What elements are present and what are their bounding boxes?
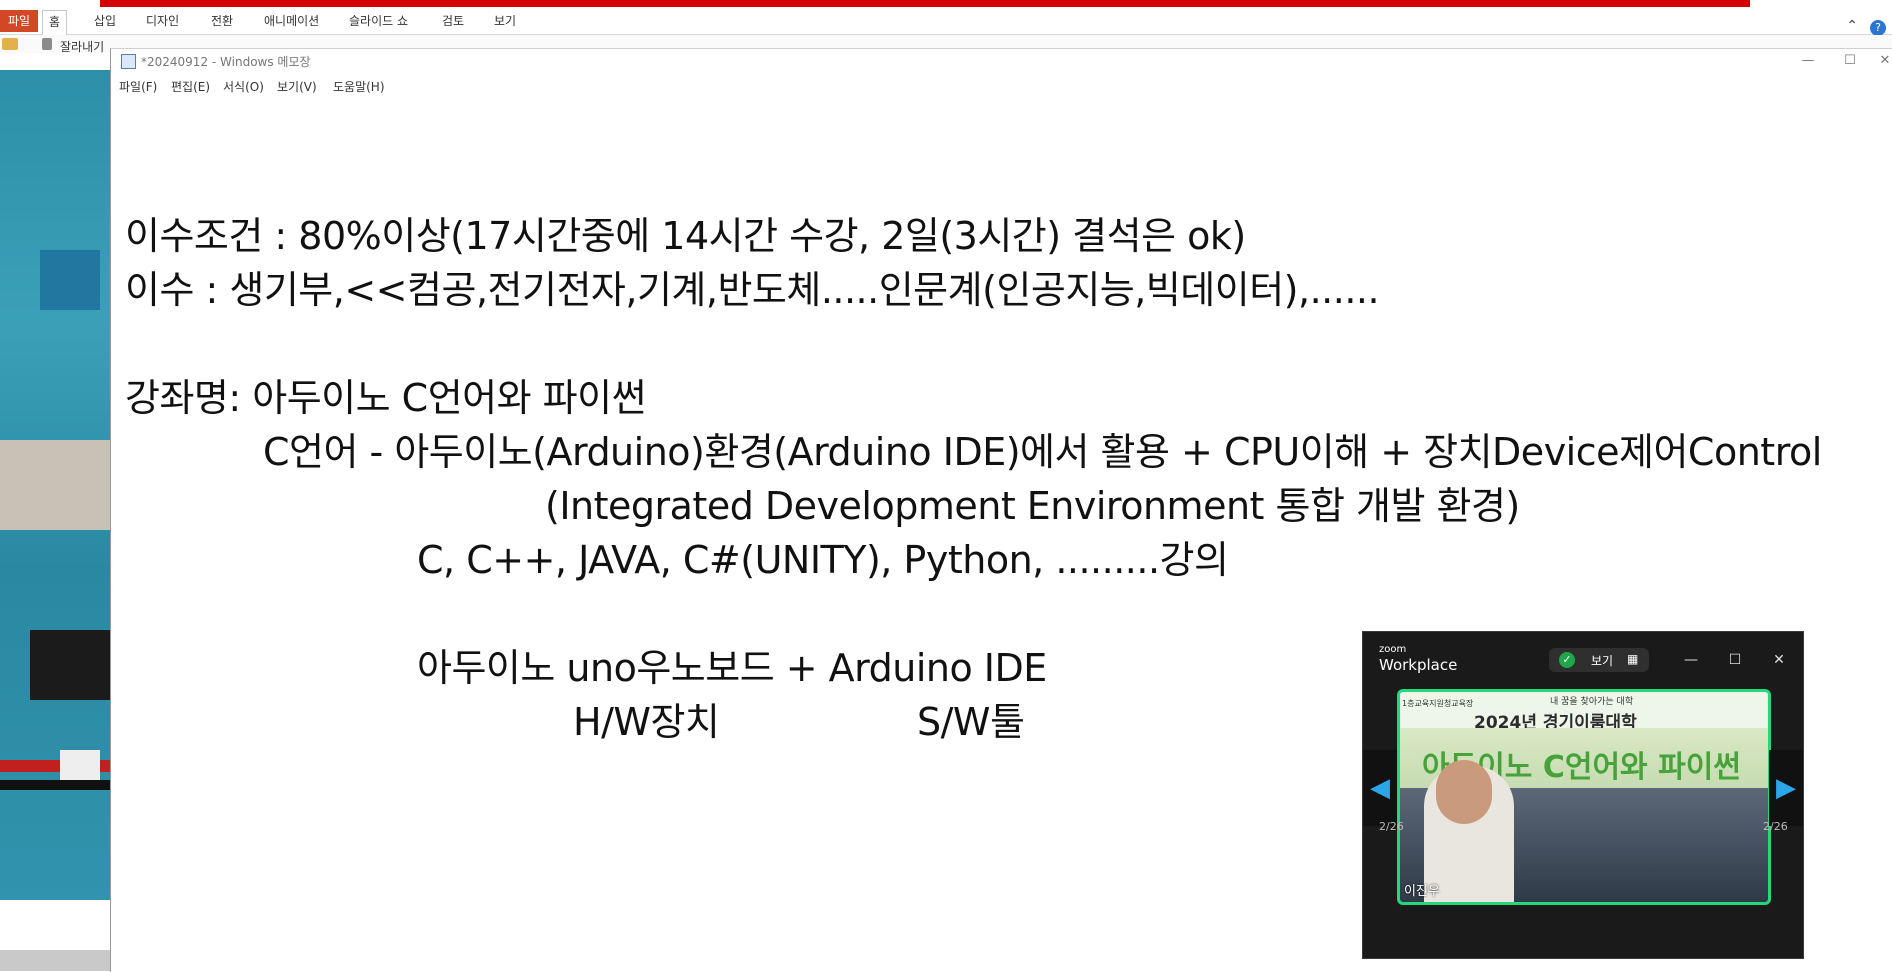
maximize-button[interactable]: ☐ — [1835, 51, 1865, 71]
zoom-view-button[interactable]: ✓ 보기 ▦ — [1549, 648, 1649, 672]
tab-view[interactable]: 보기 — [488, 11, 522, 31]
wire-connector — [60, 750, 100, 780]
zoom-window[interactable]: zoom Workplace ✓ 보기 ▦ — ☐ ✕ 1층교육지원청교육장 내… — [1362, 631, 1804, 959]
ppt-ribbon-tabs: 파일 홈 삽입 디자인 전환 애니메이션 슬라이드 쇼 검토 보기 ⌃ ? — [0, 8, 1892, 36]
zoom-maximize-button[interactable]: ☐ — [1725, 650, 1745, 670]
zoom-close-button[interactable]: ✕ — [1769, 650, 1789, 670]
notepad-title: *20240912 - Windows 메모장 — [141, 55, 311, 69]
menu-view[interactable]: 보기(V) — [277, 78, 317, 95]
zoom-minimize-button[interactable]: — — [1681, 650, 1701, 670]
minimize-button[interactable]: — — [1793, 51, 1823, 71]
paste-icon[interactable] — [2, 38, 18, 50]
collapse-ribbon-icon[interactable]: ⌃ — [1846, 18, 1858, 34]
scissors-icon[interactable] — [42, 38, 52, 50]
menu-edit[interactable]: 편집(E) — [171, 78, 210, 95]
video-banner-subtitle: 내 꿈을 찾아가는 대학 — [1550, 697, 1634, 707]
close-button[interactable]: ✕ — [1877, 51, 1892, 71]
cut-label[interactable]: 잘라내기 — [60, 38, 104, 55]
ppt-recording-bar — [100, 0, 1750, 7]
tab-insert[interactable]: 삽입 — [88, 11, 122, 31]
text-line: S/W툴 — [917, 700, 1025, 744]
text-line: 이수 : 생기부,<<컴공,전기전자,기계,반도체.....인문계(인공지능,빅… — [125, 268, 1380, 312]
tab-review[interactable]: 검토 — [436, 11, 470, 31]
grid-icon: ▦ — [1627, 652, 1639, 666]
zoom-video-tile[interactable]: 1층교육지원청교육장 내 꿈을 찾아가는 대학 2024년 경기이룸대학 아두이… — [1397, 689, 1771, 905]
tab-design[interactable]: 디자인 — [140, 11, 185, 31]
notepad-menubar: 파일(F) 편집(E) 서식(O) 보기(V) 도움말(H) — [111, 76, 1892, 96]
text-line: 아두이노 uno우노보드 + Arduino IDE — [417, 646, 1047, 690]
page-indicator-right: 2/26 — [1763, 820, 1788, 833]
participant-name: 이진우 — [1404, 884, 1440, 899]
shield-icon: ✓ — [1559, 652, 1575, 668]
ppt-status-bar — [0, 950, 110, 971]
tab-transitions[interactable]: 전환 — [205, 11, 239, 31]
video-banner-left-text: 1층교육지원청교육장 — [1402, 699, 1474, 708]
tab-slideshow[interactable]: 슬라이드 쇼 — [343, 11, 414, 31]
page-indicator-left: 2/26 — [1379, 820, 1404, 833]
text-line: H/W장치 — [573, 700, 720, 744]
text-line: (Integrated Development Environment 통합 개… — [545, 484, 1520, 528]
help-icon[interactable]: ? — [1870, 20, 1886, 36]
text-line: C, C++, JAVA, C#(UNITY), Python, .......… — [417, 538, 1229, 582]
notepad-app-icon — [121, 54, 136, 69]
zoom-logo: zoom — [1379, 644, 1407, 655]
zoom-brand-title: Workplace — [1379, 656, 1458, 674]
notepad-titlebar[interactable]: *20240912 - Windows 메모장 — ☐ ✕ — [111, 49, 1892, 73]
usb-connector — [0, 440, 110, 530]
text-line: 이수조건 : 80%이상(17시간중에 14시간 수강, 2일(3시간) 결석은… — [125, 214, 1246, 258]
tab-file[interactable]: 파일 — [0, 10, 39, 32]
participant-head — [1436, 760, 1492, 824]
text-line: C언어 - 아두이노(Arduino)환경(Arduino IDE)에서 활용 … — [263, 430, 1822, 474]
prev-page-arrow-icon[interactable]: ◀ — [1363, 750, 1397, 826]
black-wire — [0, 780, 110, 790]
menu-help[interactable]: 도움말(H) — [333, 78, 385, 95]
text-line: 강좌명: 아두이노 C언어와 파이썬 — [125, 376, 647, 420]
zoom-view-label: 보기 — [1591, 654, 1614, 668]
power-jack — [30, 630, 110, 700]
menu-format[interactable]: 서식(O) — [223, 78, 264, 95]
slide-photo — [0, 70, 110, 900]
tab-animations[interactable]: 애니메이션 — [258, 11, 325, 31]
menu-file[interactable]: 파일(F) — [119, 78, 157, 95]
tab-home[interactable]: 홈 — [42, 10, 68, 35]
board-chip — [40, 250, 100, 310]
next-page-arrow-icon[interactable]: ▶ — [1769, 750, 1803, 826]
